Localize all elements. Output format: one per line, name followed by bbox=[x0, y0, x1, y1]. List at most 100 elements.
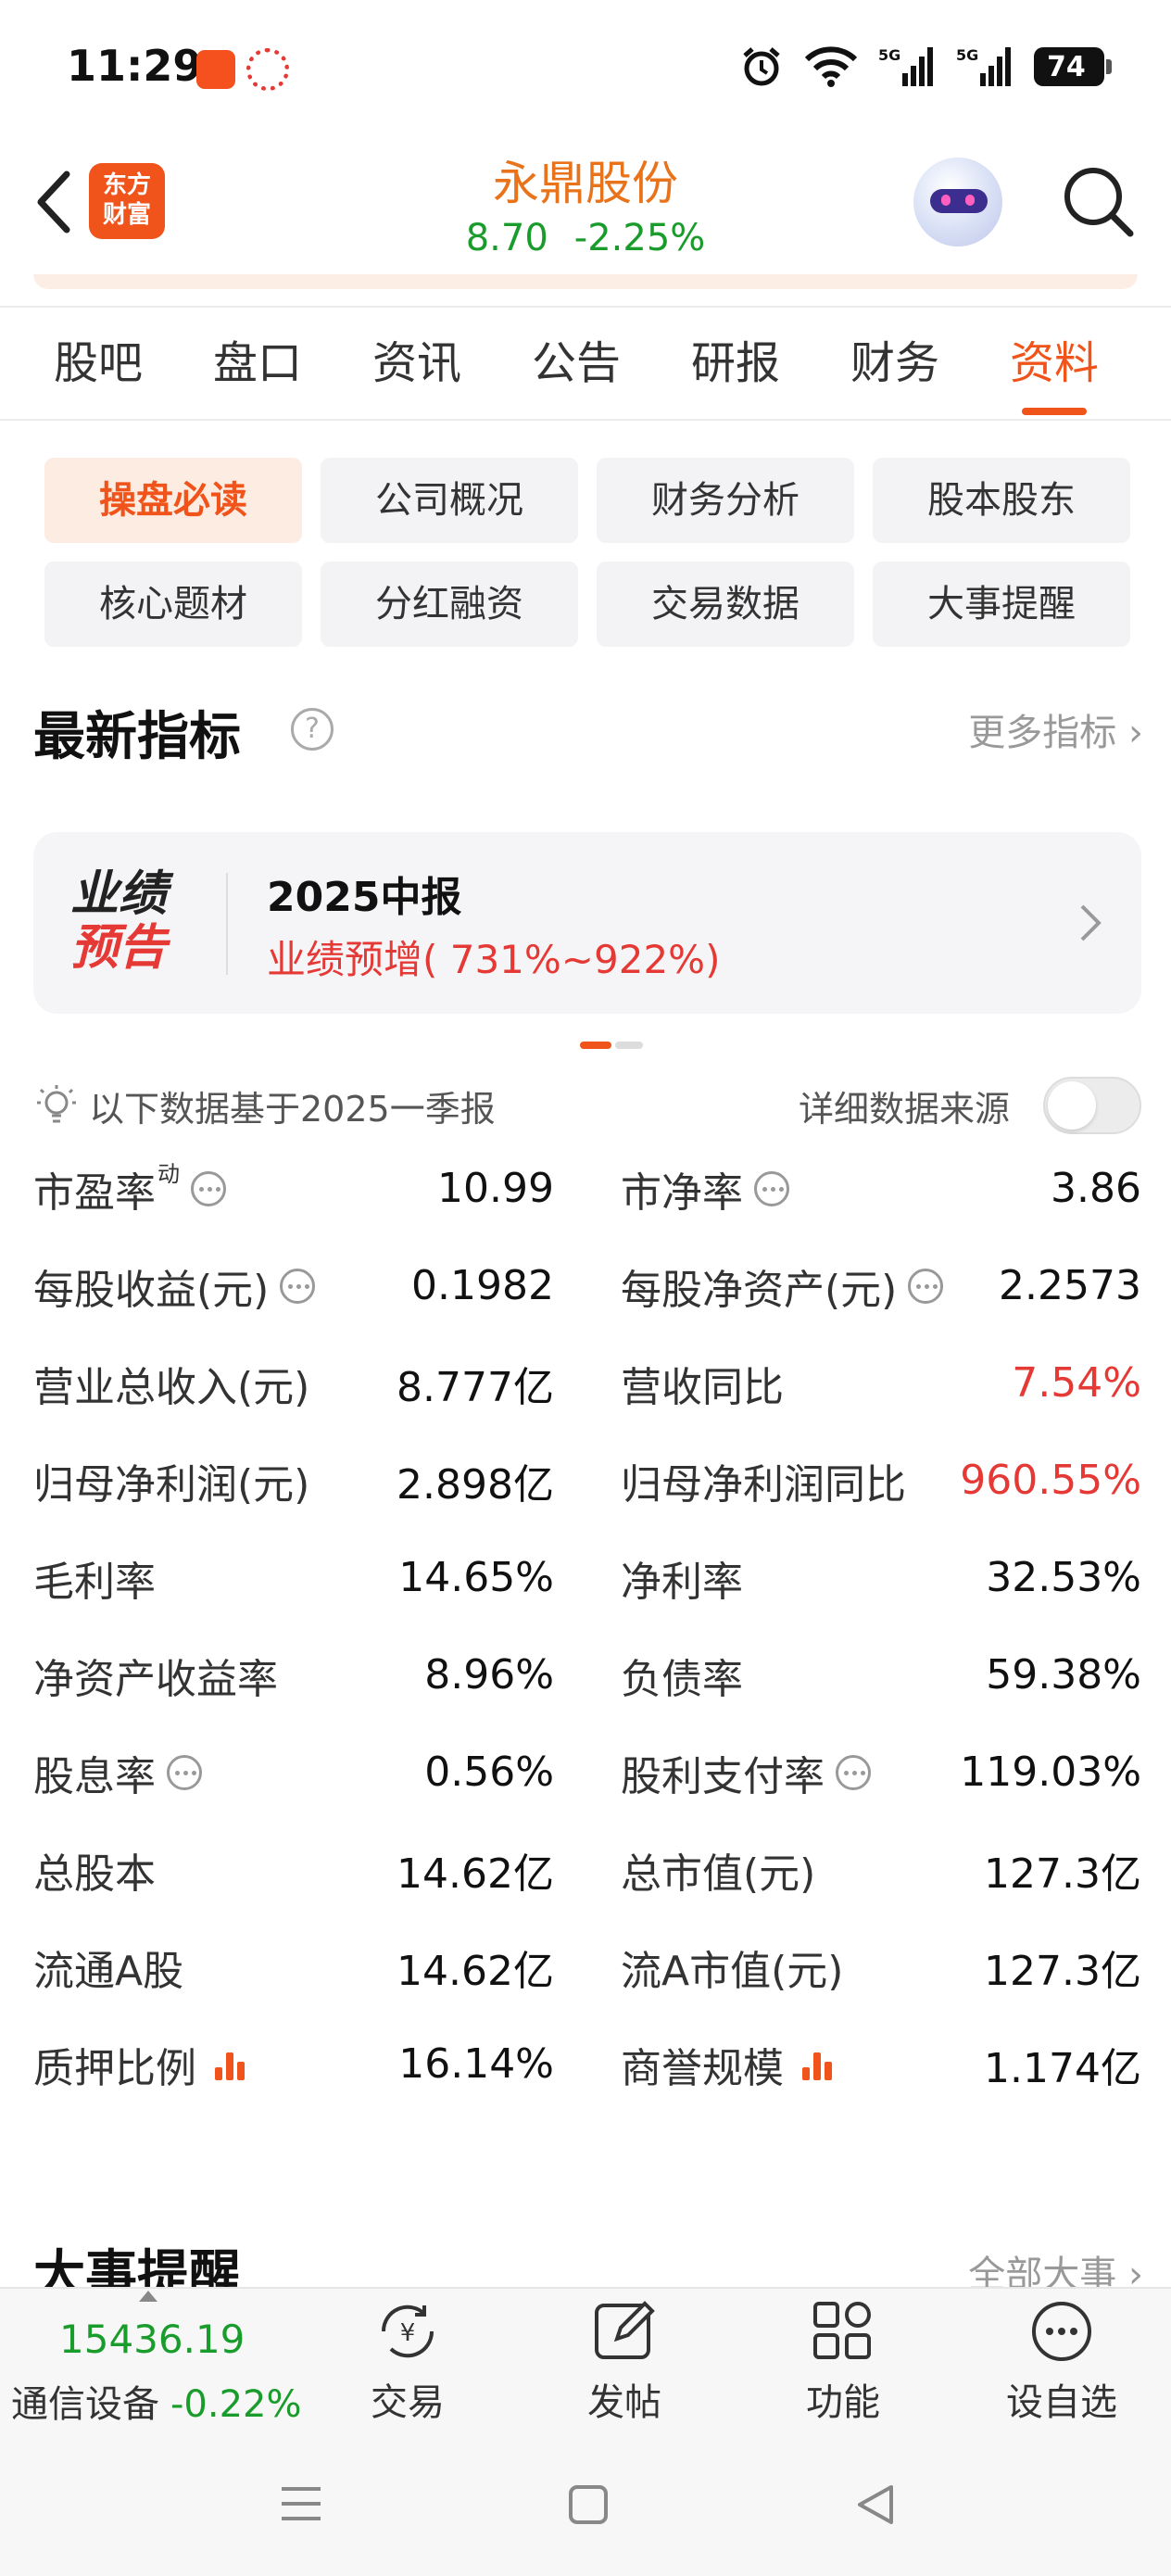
tab-research[interactable]: 研报 bbox=[656, 321, 815, 419]
metric-label-sup: 动 bbox=[157, 1161, 180, 1187]
more-indicators-link[interactable]: 更多指标 › bbox=[968, 702, 1143, 756]
trade-button[interactable]: ¥ 交易 bbox=[334, 2298, 482, 2426]
trade-label: 交易 bbox=[371, 2381, 445, 2424]
back-nav-icon[interactable] bbox=[854, 2483, 897, 2526]
battery-icon: 74 bbox=[1034, 47, 1112, 86]
submenu-trading-data[interactable]: 交易数据 bbox=[597, 562, 854, 647]
metric-row: 总股本 14.62亿 总市值(元) 127.3亿 bbox=[0, 1821, 1171, 1918]
metric-market-cap[interactable]: 总市值(元) 127.3亿 bbox=[621, 1821, 1141, 1918]
more-info-icon[interactable] bbox=[908, 1268, 944, 1304]
metric-revenue-yoy[interactable]: 营收同比 7.54% bbox=[621, 1334, 1141, 1432]
metric-float-shares[interactable]: 流通A股 14.62亿 bbox=[33, 1918, 554, 2015]
more-info-icon[interactable] bbox=[167, 1754, 202, 1790]
data-source-label: 详细数据来源 bbox=[799, 1089, 1011, 1130]
signal-5g-icon: 5G bbox=[878, 45, 936, 88]
metric-value: 127.3亿 bbox=[984, 1850, 1141, 1898]
sector-index[interactable]: 通信设备 -0.22% bbox=[11, 2374, 302, 2428]
app-notification-icon bbox=[196, 50, 235, 89]
metric-value: 127.3亿 bbox=[984, 1947, 1141, 1995]
metric-revenue[interactable]: 营业总收入(元) 8.777亿 bbox=[33, 1334, 554, 1432]
alarm-icon bbox=[739, 44, 784, 89]
metric-label-text: 商誉规模 bbox=[621, 2044, 784, 2092]
grid-icon bbox=[813, 2302, 871, 2359]
metric-row: 每股收益(元) 0.1982 每股净资产(元) 2.2573 bbox=[0, 1237, 1171, 1334]
function-button[interactable]: 功能 bbox=[769, 2298, 917, 2426]
metric-label-text: 每股收益(元) bbox=[33, 1266, 270, 1314]
metric-pb[interactable]: 市净率 3.86 bbox=[621, 1140, 1141, 1237]
metric-eps[interactable]: 每股收益(元) 0.1982 bbox=[33, 1237, 554, 1334]
metric-label: 股利支付率 bbox=[621, 1743, 871, 1802]
metric-bvps[interactable]: 每股净资产(元) 2.2573 bbox=[621, 1237, 1141, 1334]
chevron-right-icon bbox=[1080, 904, 1102, 941]
metric-total-shares[interactable]: 总股本 14.62亿 bbox=[33, 1821, 554, 1918]
robot-assistant-icon[interactable] bbox=[913, 158, 1002, 246]
menu-icon[interactable] bbox=[278, 2483, 324, 2524]
metric-gross-margin[interactable]: 毛利率 14.65% bbox=[33, 1529, 554, 1626]
post-button[interactable]: 发帖 bbox=[550, 2298, 699, 2426]
bar-chart-icon[interactable] bbox=[213, 2049, 250, 2080]
metric-label-text: 市盈率 bbox=[33, 1168, 156, 1217]
submenu-dividends[interactable]: 分红融资 bbox=[321, 562, 578, 647]
metric-label: 总股本 bbox=[33, 1850, 156, 1898]
sector-index-value[interactable]: 15436.19 bbox=[59, 2317, 245, 2362]
metric-label: 流通A股 bbox=[33, 1947, 184, 1995]
help-icon[interactable]: ? bbox=[291, 708, 334, 751]
metric-row: 归母净利润(元) 2.898亿 归母净利润同比 960.55% bbox=[0, 1432, 1171, 1529]
watchlist-label: 设自选 bbox=[1006, 2381, 1117, 2424]
earnings-forecast-card[interactable]: 业绩 预告 2025中报 业绩预增( 731%~922%) bbox=[33, 832, 1141, 1014]
metric-roe[interactable]: 净资产收益率 8.96% bbox=[33, 1626, 554, 1724]
metric-label: 每股净资产(元) bbox=[621, 1256, 944, 1316]
tab-pankou[interactable]: 盘口 bbox=[178, 321, 337, 419]
metric-net-profit[interactable]: 归母净利润(元) 2.898亿 bbox=[33, 1432, 554, 1529]
metric-net-margin[interactable]: 净利率 32.53% bbox=[621, 1529, 1141, 1626]
tab-guba[interactable]: 股吧 bbox=[19, 321, 178, 419]
data-source-toggle[interactable] bbox=[1043, 1077, 1141, 1134]
status-bar: 11:29 5G 5G 74 bbox=[0, 0, 1171, 139]
forecast-badge-line1: 业绩 bbox=[70, 866, 168, 922]
metric-pledge-ratio[interactable]: 质押比例 16.14% bbox=[33, 2015, 554, 2113]
submenu-shareholders[interactable]: 股本股东 bbox=[873, 458, 1130, 543]
metric-value: 960.55% bbox=[960, 1457, 1141, 1504]
chevron-up-icon[interactable] bbox=[139, 2291, 157, 2302]
metric-dividend-yield[interactable]: 股息率 0.56% bbox=[33, 1724, 554, 1821]
signal-5g-icon: 5G bbox=[956, 45, 1014, 88]
submenu-events[interactable]: 大事提醒 bbox=[873, 562, 1130, 647]
metric-debt-ratio[interactable]: 负债率 59.38% bbox=[621, 1626, 1141, 1724]
more-info-icon[interactable] bbox=[754, 1170, 789, 1206]
metric-label: 流A市值(元) bbox=[621, 1947, 844, 1995]
metric-net-profit-yoy[interactable]: 归母净利润同比 960.55% bbox=[621, 1432, 1141, 1529]
carousel-dot-active bbox=[580, 1042, 611, 1049]
metric-goodwill[interactable]: 商誉规模 1.174亿 bbox=[621, 2015, 1141, 2113]
metric-value: 0.1982 bbox=[411, 1262, 554, 1309]
metric-float-market-cap[interactable]: 流A市值(元) 127.3亿 bbox=[621, 1918, 1141, 2015]
search-icon[interactable] bbox=[1058, 161, 1136, 239]
metric-pe[interactable]: 市盈率动 10.99 bbox=[33, 1140, 554, 1237]
tab-announcements[interactable]: 公告 bbox=[497, 321, 656, 419]
metric-label: 负债率 bbox=[621, 1655, 743, 1703]
metric-value: 0.56% bbox=[424, 1749, 554, 1796]
submenu-core-themes[interactable]: 核心题材 bbox=[44, 562, 302, 647]
stock-price: 8.70 bbox=[465, 217, 548, 259]
more-info-icon[interactable] bbox=[280, 1268, 316, 1304]
forecast-period: 2025中报 bbox=[267, 874, 462, 921]
metric-label: 归母净利润同比 bbox=[621, 1460, 906, 1509]
tab-news[interactable]: 资讯 bbox=[337, 321, 497, 419]
submenu-must-read[interactable]: 操盘必读 bbox=[44, 458, 302, 543]
more-info-icon[interactable] bbox=[191, 1170, 226, 1206]
bar-chart-icon[interactable] bbox=[800, 2049, 837, 2080]
tab-finance[interactable]: 财务 bbox=[815, 321, 975, 419]
forecast-description: 业绩预增( 731%~922%) bbox=[267, 937, 721, 982]
metric-value: 14.62亿 bbox=[397, 1947, 554, 1995]
home-icon[interactable] bbox=[567, 2483, 610, 2526]
add-watchlist-button[interactable]: 设自选 bbox=[988, 2298, 1136, 2426]
submenu-financial-analysis[interactable]: 财务分析 bbox=[597, 458, 854, 543]
metric-value: 7.54% bbox=[1012, 1359, 1141, 1407]
divider bbox=[0, 419, 1171, 421]
tab-profile[interactable]: 资料 bbox=[975, 321, 1134, 419]
status-icons: 5G 5G 74 bbox=[739, 44, 1112, 89]
post-label: 发帖 bbox=[587, 2381, 661, 2424]
stock-change: -2.25% bbox=[573, 217, 706, 259]
submenu-company-overview[interactable]: 公司概况 bbox=[321, 458, 578, 543]
more-info-icon[interactable] bbox=[836, 1754, 871, 1790]
metric-payout-ratio[interactable]: 股利支付率 119.03% bbox=[621, 1724, 1141, 1821]
